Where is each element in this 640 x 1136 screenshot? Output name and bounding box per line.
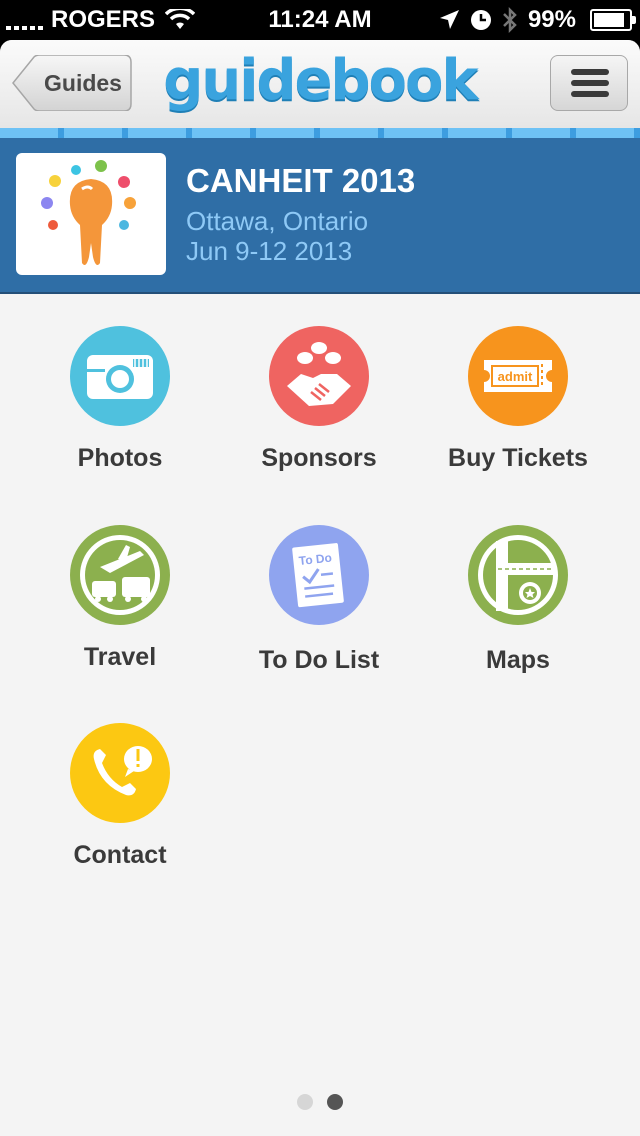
back-button[interactable]: Guides (12, 55, 132, 111)
header-stripe (0, 128, 640, 138)
event-header: CANHEIT 2013 Ottawa, Ontario Jun 9-12 20… (0, 138, 640, 294)
page-indicator[interactable] (0, 1094, 640, 1115)
grid-item-maps[interactable]: Maps (418, 525, 618, 695)
grid-item-label: Contact (73, 841, 167, 869)
grid-item-label: Maps (486, 646, 550, 674)
handshake-icon[interactable] (269, 326, 369, 426)
map-icon[interactable] (468, 525, 568, 625)
phone-icon[interactable] (70, 723, 170, 823)
grid-item-contact[interactable]: Contact (20, 723, 220, 893)
app-screen: Guides guidebook CANHEIT 2013 Ottawa, On… (0, 40, 640, 1136)
grid-item-label: Buy Tickets (448, 444, 588, 472)
hamburger-menu-icon[interactable] (550, 55, 628, 111)
alarm-clock-icon (470, 10, 491, 30)
event-logo (16, 153, 166, 275)
navigation-bar: Guides guidebook (0, 40, 640, 128)
grid-item-to-do-list[interactable]: To Do To Do List (219, 525, 419, 695)
grid-item-sponsors[interactable]: Sponsors (219, 326, 419, 496)
todo-list-icon[interactable]: To Do (269, 525, 369, 625)
battery-icon (590, 9, 636, 31)
ticket-admit-text: admit (498, 369, 533, 384)
guidebook-logo: guidebook (163, 48, 479, 113)
event-title: CANHEIT 2013 (186, 162, 416, 199)
grid-item-travel[interactable]: Travel (20, 525, 220, 695)
travel-icon[interactable] (70, 525, 170, 625)
page-dot-1[interactable] (297, 1094, 313, 1110)
event-dates: Jun 9-12 2013 (186, 236, 353, 266)
location-arrow-icon (439, 10, 459, 29)
ticket-icon[interactable]: admit (468, 326, 568, 426)
back-button-label: Guides (44, 70, 122, 96)
bluetooth-icon (503, 7, 517, 33)
battery-percent: 99% (527, 6, 576, 33)
page-dot-2[interactable] (327, 1094, 343, 1110)
status-bar: ROGERS 11:24 AM 99% (0, 0, 640, 40)
camera-icon[interactable] (70, 326, 170, 426)
event-location: Ottawa, Ontario (186, 206, 369, 236)
speech-bubble-yellow (49, 175, 61, 187)
grid-item-photos[interactable]: Photos (20, 326, 220, 496)
grid-item-buy-tickets[interactable]: admit Buy Tickets (418, 326, 618, 496)
